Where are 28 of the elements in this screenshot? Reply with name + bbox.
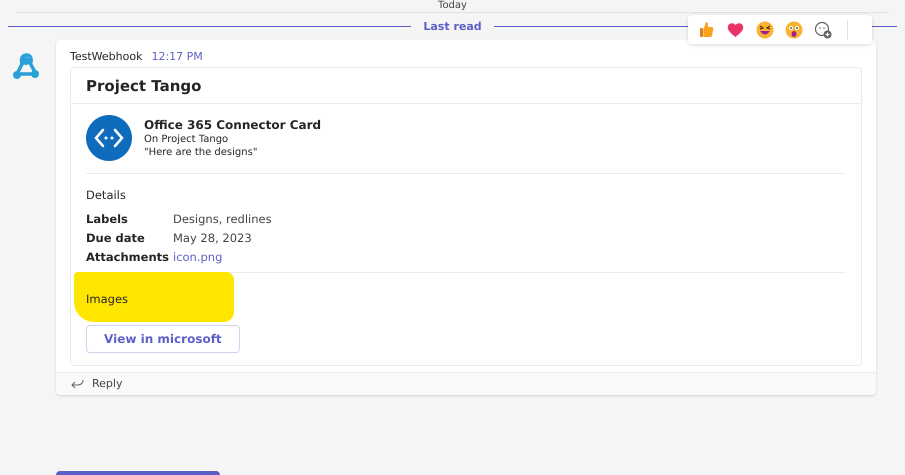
laughing-face-icon <box>756 20 774 38</box>
heart-icon <box>727 22 744 37</box>
fact-value: Designs, redlines <box>173 212 272 226</box>
fact-name: Due date <box>86 231 146 245</box>
fact-name: Labels <box>86 212 129 226</box>
message-time: 12:17 PM <box>151 50 203 63</box>
fact-value: May 28, 2023 <box>173 231 253 245</box>
attachment-link[interactable]: icon.png <box>173 250 272 264</box>
code-icon <box>86 115 132 161</box>
thumbs-up-icon <box>699 21 714 38</box>
date-divider-label: Today <box>437 0 468 12</box>
reply-button[interactable]: Reply <box>56 372 876 395</box>
activity-subtitle: On Project Tango <box>144 134 230 145</box>
section-title: Details <box>86 188 126 202</box>
activity-text: "Here are the designs" <box>144 147 258 158</box>
reaction-button[interactable] <box>783 19 804 40</box>
surprised-face-icon <box>784 20 802 38</box>
images-title: Images <box>86 292 128 306</box>
activity-title: Office 365 Connector Card <box>144 118 322 132</box>
reaction-button[interactable] <box>754 19 775 40</box>
view-button[interactable]: View in microsoft <box>86 325 240 353</box>
card-title: Project Tango <box>71 68 861 104</box>
reaction-button[interactable] <box>812 19 833 40</box>
sender-name: TestWebhook <box>70 50 142 63</box>
add-reaction-icon <box>814 20 832 38</box>
fact-name: Attachments <box>86 250 170 264</box>
reply-arrow-icon <box>70 378 84 388</box>
last-read-label: Last read <box>423 20 482 32</box>
